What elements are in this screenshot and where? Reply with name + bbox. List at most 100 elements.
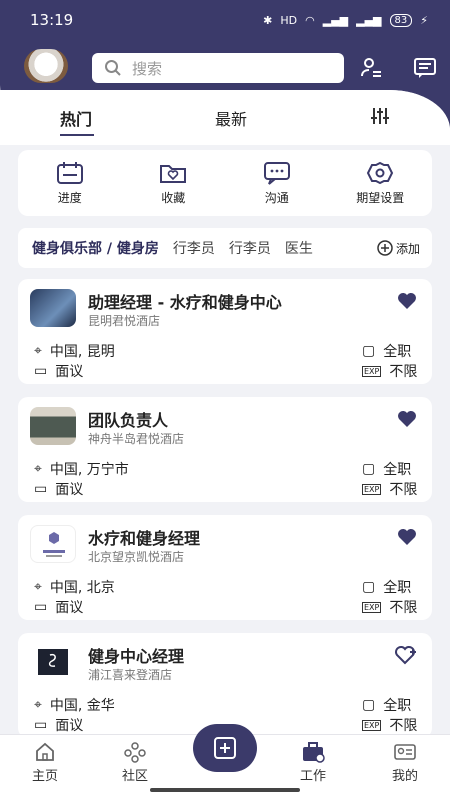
job-location: 中国, 北京 [49, 580, 115, 596]
job-experience: 不限 [389, 718, 418, 734]
experience-icon: EXP [362, 483, 382, 495]
category-active[interactable]: 健身俱乐部 / 健身房 [32, 238, 159, 258]
job-experience: 不限 [389, 600, 418, 616]
message-icon[interactable] [412, 55, 438, 81]
job-title: 团队负责人 [88, 411, 169, 430]
job-title: 水疗和健身经理 [88, 529, 201, 548]
favorite-heart-icon[interactable] [396, 527, 418, 551]
search-input[interactable]: 搜索 [92, 53, 344, 83]
job-experience: 不限 [389, 364, 418, 380]
plus-square-icon [214, 737, 236, 759]
category-item[interactable]: 医生 [285, 238, 313, 258]
job-location: 中国, 万宁市 [49, 462, 129, 478]
user-switch-icon[interactable] [358, 55, 384, 81]
quick-progress[interactable]: 进度 [25, 161, 115, 206]
job-salary: 面议 [55, 600, 84, 616]
quick-actions: 进度 收藏 沟通 期望设置 [18, 150, 432, 216]
plus-circle-icon [377, 240, 393, 256]
company-logo [30, 525, 76, 563]
job-card[interactable]: 助理经理 - 水疗和健身中心 昆明君悦酒店 ⌖ 中国, 昆明 ▭ 面议 ▢ 全职 EX… [18, 279, 432, 384]
job-type: 全职 [383, 344, 412, 360]
nav-work[interactable]: 工作 [278, 741, 348, 784]
briefcase-icon: ▢ [362, 343, 376, 359]
settings-icon [367, 161, 394, 184]
job-title: 助理经理 - 水疗和健身中心 [88, 293, 282, 312]
nav-community[interactable]: 社区 [100, 741, 170, 784]
nav-home[interactable]: 主页 [10, 741, 80, 784]
active-tab-indicator [60, 134, 94, 136]
avatar[interactable] [24, 49, 68, 83]
company-logo [30, 643, 76, 681]
tab-latest[interactable]: 最新 [215, 106, 247, 130]
category-item[interactable]: 行李员 [229, 238, 271, 258]
job-salary: 面议 [55, 482, 84, 498]
charging-icon: ⚡ [420, 13, 428, 27]
job-location: 中国, 昆明 [49, 344, 115, 360]
job-experience: 不限 [389, 482, 418, 498]
company-logo [30, 407, 76, 445]
quick-favorites[interactable]: 收藏 [128, 161, 218, 206]
experience-icon: EXP [362, 719, 382, 731]
job-location: 中国, 金华 [49, 698, 115, 714]
publish-button[interactable] [193, 724, 257, 772]
category-bar: 健身俱乐部 / 健身房 行李员 行李员 医生 添加 [18, 228, 432, 268]
home-icon [36, 742, 54, 761]
status-bar: 13:19 ✱ HD ◠ ▂▄▆ ▂▄▆ 83 ⚡ [0, 0, 450, 40]
tab-hot[interactable]: 热门 [60, 106, 92, 130]
filter-icon[interactable] [370, 106, 390, 130]
favorite-heart-icon[interactable] [396, 409, 418, 433]
job-card[interactable]: 健身中心经理 浦江喜来登酒店 ⌖ 中国, 金华 ▭ 面议 ▢ 全职 EXP 不限 [18, 633, 432, 738]
top-bar: 搜索 [0, 45, 450, 90]
location-icon: ⌖ [34, 579, 42, 595]
home-indicator [150, 788, 300, 792]
experience-icon: EXP [362, 365, 382, 377]
briefcase-icon: ▢ [362, 697, 376, 713]
job-card[interactable]: 水疗和健身经理 北京望京凯悦酒店 ⌖ 中国, 北京 ▭ 面议 ▢ 全职 EXP 不限 [18, 515, 432, 620]
company-name: 北京望京凯悦酒店 [88, 550, 185, 564]
bluetooth-icon: ✱ [263, 13, 273, 27]
wifi-icon: ◠ [305, 13, 315, 27]
job-salary: 面议 [55, 364, 84, 380]
location-icon: ⌖ [34, 343, 42, 359]
signal-icon-2: ▂▄▆ [356, 13, 382, 27]
job-salary: 面议 [55, 718, 84, 734]
company-logo [30, 289, 76, 327]
quick-chat[interactable]: 沟通 [232, 161, 322, 206]
job-card[interactable]: 团队负责人 神舟半岛君悦酒店 ⌖ 中国, 万宁市 ▭ 面议 ▢ 全职 EXP 不限 [18, 397, 432, 502]
briefcase-icon: ▢ [362, 461, 376, 477]
briefcase-icon [303, 742, 325, 763]
wallet-icon: ▭ [34, 481, 48, 497]
search-icon [105, 60, 121, 76]
quick-settings[interactable]: 期望设置 [335, 161, 425, 206]
company-name: 浦江喜来登酒店 [88, 668, 173, 682]
job-title: 健身中心经理 [88, 647, 185, 666]
briefcase-icon: ▢ [362, 579, 376, 595]
chat-icon [263, 161, 290, 185]
add-category-button[interactable]: 添加 [377, 240, 420, 257]
experience-icon: EXP [362, 601, 382, 613]
signal-icon: ▂▄▆ [322, 13, 349, 27]
search-placeholder: 搜索 [132, 59, 163, 78]
location-icon: ⌖ [34, 461, 42, 477]
wallet-icon: ▭ [34, 363, 48, 379]
wallet-icon: ▭ [34, 599, 48, 615]
heart-folder-icon [160, 164, 187, 183]
job-type: 全职 [383, 462, 412, 478]
status-time: 13:19 [30, 11, 74, 29]
battery-icon: 83 [389, 13, 413, 27]
category-item[interactable]: 行李员 [173, 238, 215, 258]
job-type: 全职 [383, 698, 412, 714]
favorite-heart-icon[interactable] [396, 291, 418, 315]
company-name: 神舟半岛君悦酒店 [88, 432, 185, 446]
job-type: 全职 [383, 580, 412, 596]
favorite-heart-add-icon[interactable] [394, 645, 418, 669]
nav-profile[interactable]: 我的 [370, 741, 440, 784]
calendar-icon [56, 161, 83, 184]
location-icon: ⌖ [34, 697, 42, 713]
community-icon [124, 742, 146, 763]
wallet-icon: ▭ [34, 717, 48, 733]
id-card-icon [394, 744, 416, 760]
company-name: 昆明君悦酒店 [88, 314, 161, 328]
tabs: 热门 最新 [0, 98, 450, 138]
hd-icon: HD [280, 13, 298, 27]
